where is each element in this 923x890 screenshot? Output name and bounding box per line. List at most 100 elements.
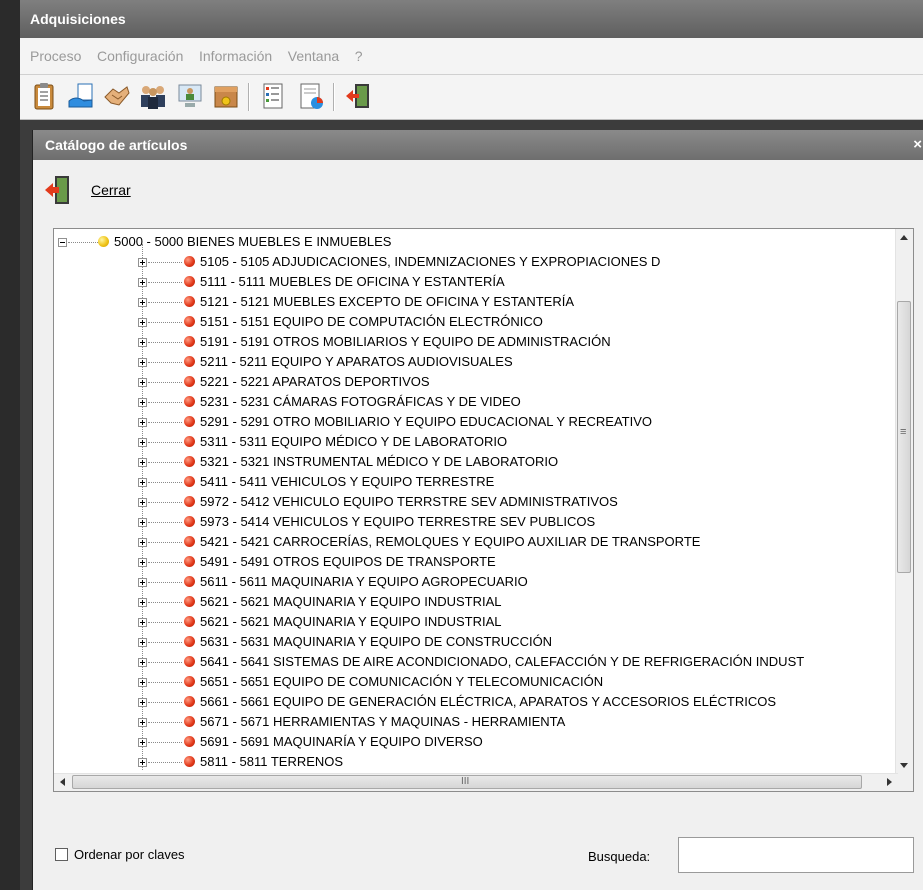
scroll-up-arrow[interactable]: [900, 235, 908, 240]
tree-node[interactable]: 5221 - 5221 APARATOS DEPORTIVOS: [54, 372, 894, 392]
expand-icon[interactable]: [138, 638, 147, 647]
expand-icon[interactable]: [138, 698, 147, 707]
expand-icon[interactable]: [138, 398, 147, 407]
toolbar-separator: [333, 83, 335, 111]
tree-node-label: 5973 - 5414 VEHICULOS Y EQUIPO TERRESTRE…: [200, 514, 596, 529]
red-bullet-icon: [184, 376, 195, 387]
tree-node[interactable]: 5291 - 5291 OTRO MOBILIARIO Y EQUIPO EDU…: [54, 412, 894, 432]
tree-node[interactable]: 5811 - 5811 TERRENOS: [54, 752, 894, 772]
red-bullet-icon: [184, 316, 195, 327]
tree-node[interactable]: 5973 - 5414 VEHICULOS Y EQUIPO TERRESTRE…: [54, 512, 894, 532]
catalog-tree[interactable]: 5000 - 5000 BIENES MUEBLES E INMUEBLES 51…: [53, 228, 914, 792]
expand-icon[interactable]: [138, 418, 147, 427]
tree-node[interactable]: 5972 - 5412 VEHICULO EQUIPO TERRSTRE SEV…: [54, 492, 894, 512]
collapse-icon[interactable]: [58, 238, 67, 247]
horizontal-scrollbar[interactable]: III: [54, 773, 898, 791]
expand-icon[interactable]: [138, 378, 147, 387]
menu-bar: Proceso Configuración Información Ventan…: [20, 38, 923, 75]
expand-icon[interactable]: [138, 298, 147, 307]
catalog-window-title: Catálogo de artículos: [45, 137, 188, 153]
expand-icon[interactable]: [138, 678, 147, 687]
expand-icon[interactable]: [138, 338, 147, 347]
expand-icon[interactable]: [138, 558, 147, 567]
tree-node[interactable]: 5611 - 5611 MAQUINARIA Y EQUIPO AGROPECU…: [54, 572, 894, 592]
tree-node[interactable]: 5321 - 5321 INSTRUMENTAL MÉDICO Y DE LAB…: [54, 452, 894, 472]
scroll-down-arrow[interactable]: [900, 763, 908, 768]
exit-icon[interactable]: [343, 81, 373, 111]
user-screen-icon[interactable]: [175, 81, 205, 111]
tree-node[interactable]: 5421 - 5421 CARROCERÍAS, REMOLQUES Y EQU…: [54, 532, 894, 552]
order-by-keys-checkbox[interactable]: [55, 848, 68, 861]
tree-node[interactable]: 5105 - 5105 ADJUDICACIONES, INDEMNIZACIO…: [54, 252, 894, 272]
cerrar-text: Cerrar: [91, 182, 131, 198]
tree-node[interactable]: 5121 - 5121 MUEBLES EXCEPTO DE OFICINA Y…: [54, 292, 894, 312]
expand-icon[interactable]: [138, 358, 147, 367]
menu-configuracion[interactable]: Configuración: [97, 38, 183, 74]
menu-ventana[interactable]: Ventana: [288, 38, 339, 74]
tree-node[interactable]: 5691 - 5691 MAQUINARÍA Y EQUIPO DIVERSO: [54, 732, 894, 752]
vertical-scrollbar[interactable]: ≡: [895, 229, 913, 774]
box-icon[interactable]: [211, 81, 241, 111]
catalog-window-titlebar: Catálogo de artículos ×: [33, 130, 923, 160]
hand-document-icon[interactable]: [66, 81, 96, 111]
red-bullet-icon: [184, 576, 195, 587]
tree-node[interactable]: 5231 - 5231 CÁMARAS FOTOGRÁFICAS Y DE VI…: [54, 392, 894, 412]
expand-icon[interactable]: [138, 458, 147, 467]
tree-node[interactable]: 5661 - 5661 EQUIPO DE GENERACIÓN ELÉCTRI…: [54, 692, 894, 712]
tree-node[interactable]: 5191 - 5191 OTROS MOBILIARIOS Y EQUIPO D…: [54, 332, 894, 352]
tree-node[interactable]: 5411 - 5411 VEHICULOS Y EQUIPO TERRESTRE: [54, 472, 894, 492]
menu-help[interactable]: ?: [355, 38, 363, 74]
expand-icon[interactable]: [138, 438, 147, 447]
red-bullet-icon: [184, 696, 195, 707]
expand-icon[interactable]: [138, 538, 147, 547]
cerrar-label: Cerrar: [91, 182, 131, 198]
tree-node[interactable]: 5641 - 5641 SISTEMAS DE AIRE ACONDICIONA…: [54, 652, 894, 672]
list-icon[interactable]: [258, 81, 288, 111]
tree-node[interactable]: 5211 - 5211 EQUIPO Y APARATOS AUDIOVISUA…: [54, 352, 894, 372]
scroll-left-arrow[interactable]: [60, 778, 65, 786]
scroll-right-arrow[interactable]: [887, 778, 892, 786]
tree-node[interactable]: 5671 - 5671 HERRAMIENTAS Y MAQUINAS - HE…: [54, 712, 894, 732]
expand-icon[interactable]: [138, 738, 147, 747]
expand-icon[interactable]: [138, 518, 147, 527]
handshake-icon[interactable]: [102, 81, 132, 111]
people-icon[interactable]: [138, 81, 168, 111]
red-bullet-icon: [184, 396, 195, 407]
close-icon[interactable]: ×: [913, 130, 922, 160]
tree-node[interactable]: 5621 - 5621 MAQUINARIA Y EQUIPO INDUSTRI…: [54, 592, 894, 612]
expand-icon[interactable]: [138, 578, 147, 587]
tree-connector: [148, 262, 182, 263]
menu-informacion[interactable]: Información: [199, 38, 272, 74]
expand-icon[interactable]: [138, 598, 147, 607]
horizontal-scroll-thumb[interactable]: III: [72, 775, 862, 789]
tree-root-node[interactable]: 5000 - 5000 BIENES MUEBLES E INMUEBLES: [54, 232, 894, 252]
expand-icon[interactable]: [138, 478, 147, 487]
tree-node[interactable]: 5631 - 5631 MAQUINARIA Y EQUIPO DE CONST…: [54, 632, 894, 652]
exit-icon: [45, 176, 69, 204]
search-input[interactable]: [678, 837, 914, 873]
cerrar-button[interactable]: Cerrar: [43, 172, 131, 208]
vertical-scroll-thumb[interactable]: ≡: [897, 301, 911, 573]
menu-proceso[interactable]: Proceso: [30, 38, 81, 74]
expand-icon[interactable]: [138, 258, 147, 267]
tree-node[interactable]: 5491 - 5491 OTROS EQUIPOS DE TRANSPORTE: [54, 552, 894, 572]
tree-connector: [148, 422, 182, 423]
expand-icon[interactable]: [138, 318, 147, 327]
tree-node[interactable]: 5111 - 5111 MUEBLES DE OFICINA Y ESTANTE…: [54, 272, 894, 292]
expand-icon[interactable]: [138, 658, 147, 667]
order-by-keys[interactable]: Ordenar por claves: [55, 847, 185, 862]
red-bullet-icon: [184, 676, 195, 687]
tree-node[interactable]: 5311 - 5311 EQUIPO MÉDICO Y DE LABORATOR…: [54, 432, 894, 452]
tree-node-label: 5121 - 5121 MUEBLES EXCEPTO DE OFICINA Y…: [200, 294, 575, 309]
expand-icon[interactable]: [138, 758, 147, 767]
expand-icon[interactable]: [138, 618, 147, 627]
clipboard-icon[interactable]: [29, 81, 59, 111]
expand-icon[interactable]: [138, 498, 147, 507]
tree-node[interactable]: 5621 - 5621 MAQUINARIA Y EQUIPO INDUSTRI…: [54, 612, 894, 632]
red-bullet-icon: [184, 516, 195, 527]
report-icon[interactable]: [296, 81, 326, 111]
expand-icon[interactable]: [138, 718, 147, 727]
expand-icon[interactable]: [138, 278, 147, 287]
tree-node[interactable]: 5651 - 5651 EQUIPO DE COMUNICACIÓN Y TEL…: [54, 672, 894, 692]
tree-node[interactable]: 5151 - 5151 EQUIPO DE COMPUTACIÓN ELECTR…: [54, 312, 894, 332]
